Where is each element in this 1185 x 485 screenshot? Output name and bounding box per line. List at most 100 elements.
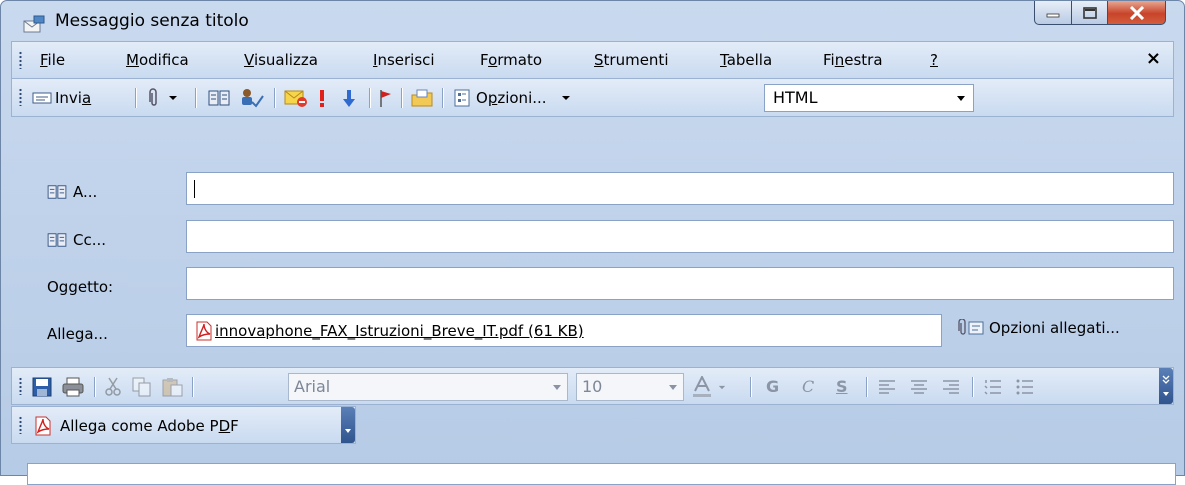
align-center-icon <box>911 380 927 394</box>
maximize-button[interactable] <box>1072 1 1108 25</box>
menu-tabella[interactable]: Tabella <box>720 50 772 70</box>
envelope-folder-button[interactable] <box>410 79 434 117</box>
bullet-list-button[interactable] <box>1016 368 1034 406</box>
send-label: Invia <box>55 89 92 107</box>
envelope-restricted-icon <box>284 90 307 107</box>
check-names-icon <box>242 89 264 108</box>
message-format-select[interactable]: HTML <box>764 84 974 112</box>
to-input[interactable] <box>186 172 1174 205</box>
minimize-icon <box>1046 13 1060 17</box>
folder-envelope-icon <box>411 89 433 107</box>
close-window-button[interactable] <box>1108 1 1166 25</box>
send-button[interactable]: Invia <box>32 79 91 117</box>
subject-input[interactable] <box>186 267 1174 300</box>
paste-button[interactable] <box>162 368 184 406</box>
dropdown-arrow-icon[interactable] <box>168 95 178 101</box>
adobe-pdf-toolbar: Allega come Adobe PDF <box>11 406 356 444</box>
paperclip-icon <box>149 88 157 106</box>
attach-as-pdf-label: Allega come Adobe PDF <box>60 417 239 435</box>
attachments-field[interactable]: innovaphone_FAX_Istruzioni_Breve_IT.pdf … <box>186 314 942 347</box>
align-left-icon <box>879 380 895 394</box>
close-icon <box>1129 5 1144 20</box>
address-book-button[interactable] <box>208 79 230 117</box>
permission-button[interactable] <box>284 79 308 117</box>
maximize-icon <box>1082 6 1097 19</box>
dropdown-arrow-icon <box>669 385 677 390</box>
cc-label: Cc... <box>73 231 107 249</box>
to-button[interactable]: A... <box>47 182 97 202</box>
new-message-icon <box>23 15 45 33</box>
paste-icon <box>162 378 183 397</box>
cut-button[interactable] <box>104 368 122 406</box>
align-right-icon <box>943 380 959 394</box>
dropdown-arrow-icon[interactable] <box>718 385 726 390</box>
menu-bar: File Modifica Visualizza Inserisci Forma… <box>11 41 1174 79</box>
high-importance-button[interactable] <box>317 79 327 117</box>
menu-file[interactable]: File <box>40 50 65 70</box>
align-left-button[interactable] <box>878 368 896 406</box>
address-book-icon <box>47 233 67 247</box>
toolbar-grip[interactable] <box>19 88 22 106</box>
italic-button[interactable]: C <box>802 377 814 397</box>
flag-icon <box>380 90 391 107</box>
align-center-button[interactable] <box>910 368 928 406</box>
dropdown-arrow-icon[interactable] <box>561 95 571 101</box>
font-size-value: 10 <box>582 377 603 396</box>
align-right-button[interactable] <box>942 368 960 406</box>
menu-finestra[interactable]: Finestra <box>823 50 883 70</box>
options-button[interactable]: Opzioni... <box>454 79 571 117</box>
font-color-button[interactable] <box>692 368 726 406</box>
close-menu-button[interactable]: × <box>1146 49 1161 69</box>
follow-up-button[interactable] <box>378 79 394 117</box>
numbered-list-button[interactable] <box>984 368 1002 406</box>
cc-button[interactable]: Cc... <box>47 230 106 250</box>
options-icon <box>454 89 470 107</box>
cc-input[interactable] <box>186 220 1174 253</box>
menu-visualizza[interactable]: Visualizza <box>244 50 318 70</box>
attachment-options-button[interactable]: Opzioni allegati... <box>957 319 1120 337</box>
copy-button[interactable] <box>132 368 152 406</box>
menu-strumenti[interactable]: Strumenti <box>594 50 668 70</box>
print-icon <box>62 377 84 397</box>
save-button[interactable] <box>32 368 52 406</box>
low-importance-button[interactable] <box>343 79 355 117</box>
toolbar-grip[interactable] <box>19 51 22 69</box>
dropdown-arrow-icon <box>553 385 561 390</box>
to-label: A... <box>73 183 98 201</box>
menu-modifica[interactable]: Modifica <box>126 50 189 70</box>
chevron-down-icon <box>345 429 351 433</box>
send-icon <box>32 92 52 104</box>
check-names-button[interactable] <box>240 79 264 117</box>
font-family-value: Arial <box>294 377 331 396</box>
attachment-options-icon <box>958 319 984 335</box>
toolbar-grip[interactable] <box>19 416 22 434</box>
minimize-button[interactable] <box>1034 1 1072 25</box>
toolbar-grip[interactable] <box>19 377 22 395</box>
text-caret <box>194 180 195 198</box>
outlook-message-window: Messaggio senza titolo File Modifica Vis… <box>0 0 1185 485</box>
pdf-icon <box>196 321 212 341</box>
address-book-icon <box>47 185 67 199</box>
options-label: Opzioni... <box>476 89 547 107</box>
numbered-list-icon <box>984 380 1001 395</box>
menu-inserisci[interactable]: Inserisci <box>373 50 435 70</box>
attachment-name: innovaphone_FAX_Istruzioni_Breve_IT.pdf … <box>215 322 584 340</box>
menu-help[interactable]: ? <box>930 50 938 70</box>
message-body-editor[interactable] <box>27 463 1176 485</box>
title-bar[interactable]: Messaggio senza titolo <box>1 1 1184 41</box>
attach-file-button[interactable] <box>148 79 178 117</box>
attach-button[interactable]: Allega... <box>47 324 108 344</box>
address-book-icon <box>208 90 230 106</box>
bold-button[interactable]: G <box>766 377 779 397</box>
attach-as-pdf-button[interactable]: Allega come Adobe PDF <box>34 407 239 445</box>
attachment-item[interactable]: innovaphone_FAX_Istruzioni_Breve_IT.pdf … <box>195 321 584 341</box>
underline-button[interactable]: S <box>836 377 848 397</box>
save-icon <box>32 377 52 397</box>
font-family-select[interactable]: Arial <box>288 373 568 401</box>
print-button[interactable] <box>62 368 84 406</box>
pdf-toolbar-overflow-button[interactable] <box>341 407 355 443</box>
menu-formato[interactable]: Formato <box>480 50 542 70</box>
font-size-select[interactable]: 10 <box>576 373 684 401</box>
toolbar-overflow-button[interactable] <box>1159 368 1173 404</box>
pdf-icon <box>35 416 51 436</box>
